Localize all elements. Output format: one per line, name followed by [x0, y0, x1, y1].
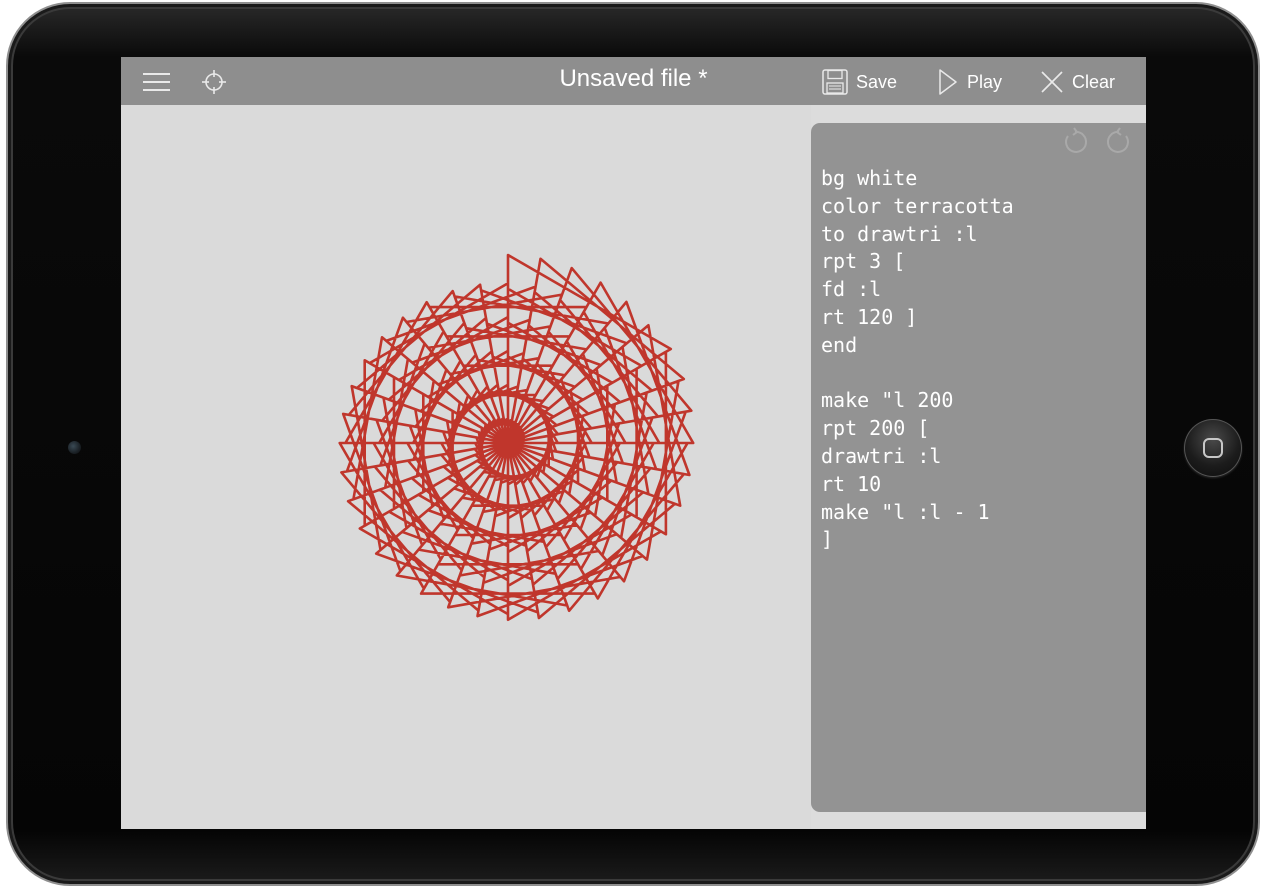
spiral-triangles	[338, 253, 695, 621]
app-screen: Unsaved file * Save Play Clear bg white …	[121, 57, 1146, 829]
turtle-drawing	[338, 253, 695, 621]
code-line: end	[821, 332, 858, 357]
file-title: Unsaved file *	[559, 65, 708, 92]
code-text[interactable]: bg white color terracotta to drawtri :l rpt…	[821, 165, 1141, 554]
code-line: bg white	[821, 166, 918, 190]
save-icon	[822, 69, 848, 95]
front-camera	[68, 441, 81, 454]
home-button[interactable]	[1184, 419, 1242, 477]
undo-icon[interactable]	[1060, 127, 1090, 157]
code-line: rt 10	[821, 471, 882, 496]
close-icon	[1041, 71, 1063, 93]
hamburger-menu-icon[interactable]	[143, 70, 171, 92]
code-editor-panel[interactable]: bg white color terracotta to drawtri :l rpt…	[811, 123, 1146, 812]
home-square-icon	[1203, 438, 1223, 458]
code-line: make "l 200	[821, 388, 954, 413]
code-line: drawtri :l	[821, 443, 942, 468]
play-button[interactable]: Play	[936, 67, 1002, 97]
code-line: rpt 200 [	[821, 416, 930, 441]
save-label: Save	[856, 71, 898, 92]
save-button[interactable]: Save	[821, 67, 897, 97]
clear-label: Clear	[1072, 71, 1116, 92]
play-label: Play	[967, 71, 1003, 92]
code-line: rpt 3 [	[821, 249, 906, 274]
code-line: rt 120 ]	[821, 304, 918, 329]
drawing-canvas[interactable]	[121, 105, 811, 829]
top-toolbar: Unsaved file * Save Play Clear	[121, 57, 1146, 105]
redo-icon[interactable]	[1104, 127, 1134, 157]
code-line: color terracotta	[821, 193, 1014, 218]
code-line: fd :l	[821, 277, 882, 302]
crosshair-icon[interactable]	[201, 69, 227, 95]
code-line: to drawtri :l	[821, 221, 978, 246]
clear-button[interactable]: Clear	[1039, 67, 1115, 97]
code-line: make "l :l - 1	[821, 499, 990, 524]
play-icon	[939, 69, 957, 95]
code-line: ]	[821, 527, 834, 552]
